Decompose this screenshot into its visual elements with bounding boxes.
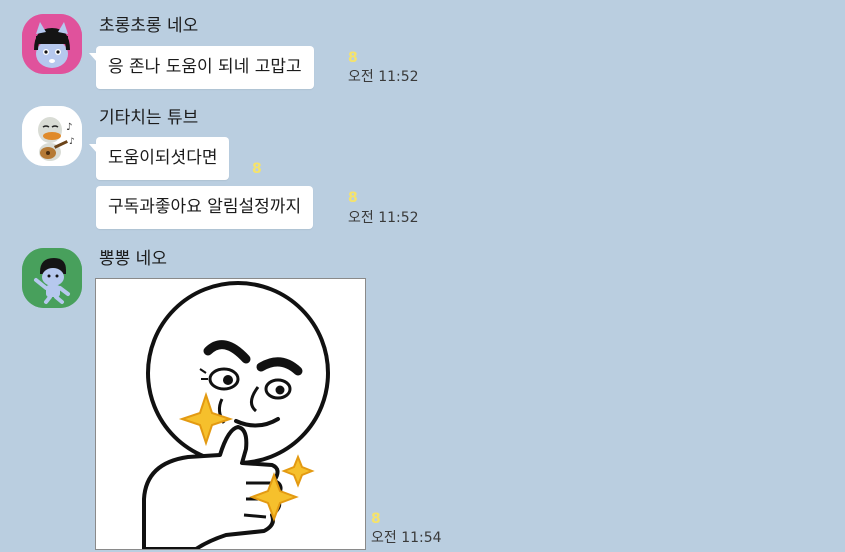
svg-text:♪: ♪	[66, 122, 72, 133]
message-bubble[interactable]: 구독과좋아요 알림설정까지	[96, 186, 314, 229]
message-bubble[interactable]: 응 존나 도움이 되네 고맙고	[89, 46, 314, 89]
unread-count: 8	[348, 50, 358, 66]
message-time: 오전 11:54	[371, 530, 442, 546]
message-time: 오전 11:52	[348, 69, 419, 85]
sender-name: 기타치는 튜브	[99, 108, 199, 128]
unread-count: 8	[371, 511, 381, 527]
message-time: 오전 11:52	[348, 210, 419, 226]
thumbs-up-sticker-icon[interactable]	[95, 278, 366, 550]
message-bubble[interactable]: 도움이되셧다면	[88, 137, 230, 180]
chat-log: 초롱초롱 네오 응 존나 도움이 되네 고맙고 8 오전 11:52 ♪ ♪ 기…	[0, 0, 845, 552]
svg-text:♪: ♪	[69, 137, 75, 147]
sender-name: 뽕뽕 네오	[99, 249, 167, 269]
sender-name: 초롱초롱 네오	[99, 16, 199, 36]
avatar-tube-icon[interactable]: ♪ ♪	[22, 106, 82, 166]
avatar-neo-icon[interactable]	[22, 14, 82, 74]
unread-count: 8	[252, 161, 262, 177]
avatar-neo-dance-icon[interactable]	[22, 248, 82, 308]
unread-count: 8	[348, 190, 358, 206]
